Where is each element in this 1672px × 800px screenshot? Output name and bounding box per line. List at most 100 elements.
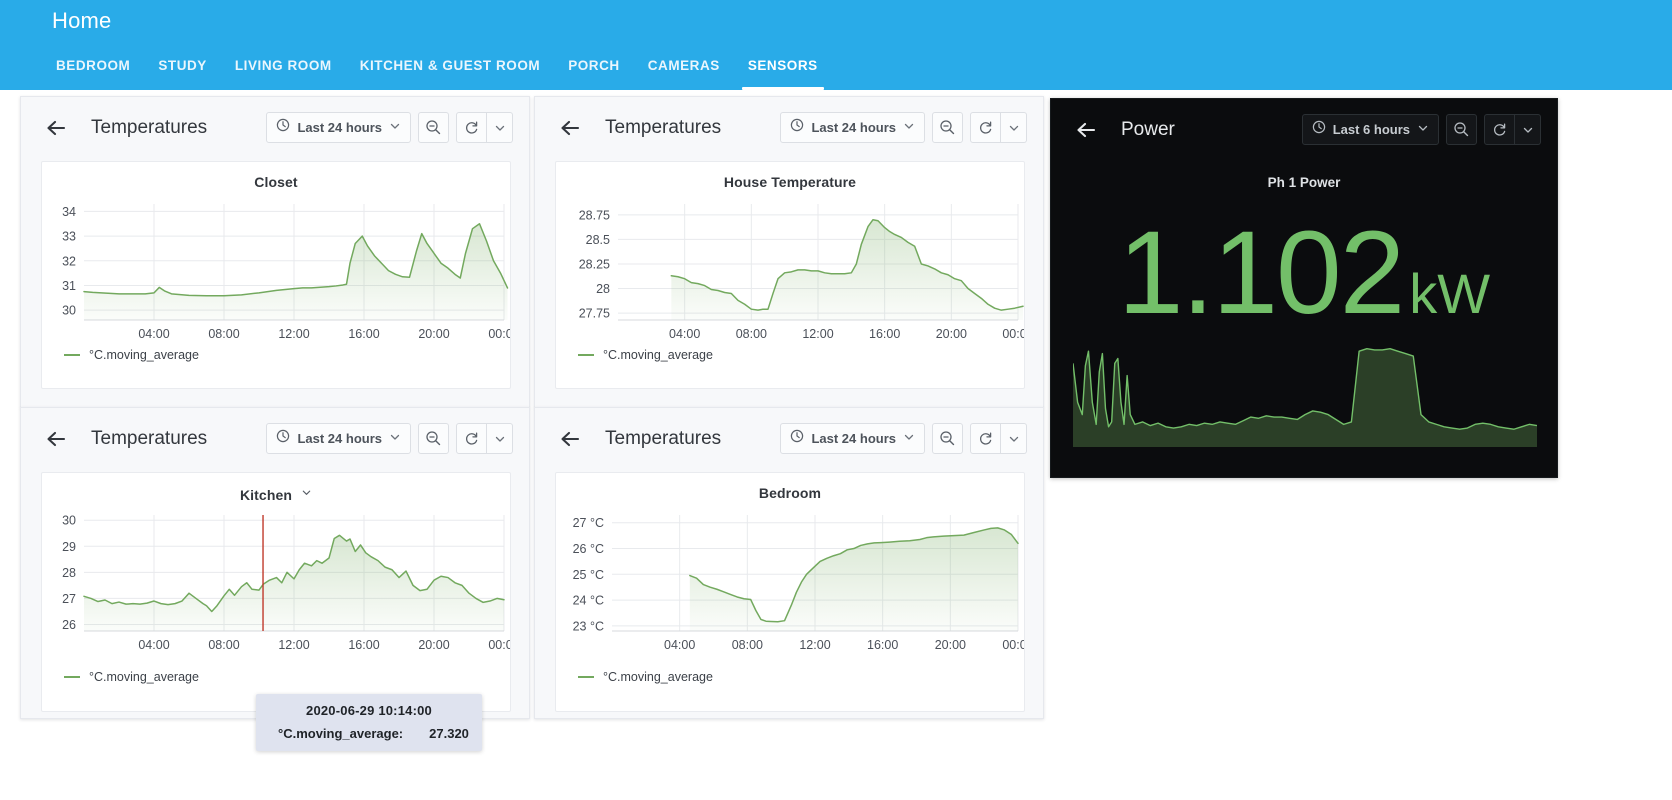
- svg-text:30: 30: [62, 514, 76, 528]
- svg-text:00:00: 00:00: [488, 327, 510, 341]
- zoom-out-button[interactable]: [418, 423, 449, 454]
- back-arrow-icon[interactable]: [557, 426, 583, 452]
- chevron-down-icon: [389, 119, 401, 137]
- refresh-button[interactable]: [456, 112, 487, 143]
- back-arrow-icon[interactable]: [43, 426, 69, 452]
- svg-text:27 °C: 27 °C: [573, 516, 604, 530]
- refresh-button[interactable]: [1484, 114, 1515, 145]
- refresh-interval-dropdown[interactable]: [487, 423, 513, 454]
- svg-text:16:00: 16:00: [348, 638, 379, 652]
- chart-plot-house[interactable]: 27.752828.2528.528.7504:0008:0012:0016:0…: [556, 196, 1024, 346]
- panel-kitchen-header: Temperatures Last 24 hours: [21, 408, 529, 470]
- chart-legend-house[interactable]: °C.moving_average: [578, 348, 713, 362]
- refresh-button[interactable]: [456, 423, 487, 454]
- svg-text:25 °C: 25 °C: [573, 568, 604, 582]
- panel-power: Power Last 6 hours: [1050, 98, 1558, 478]
- svg-text:00:00: 00:00: [1002, 327, 1024, 341]
- tab-kitchen-guest-room[interactable]: KITCHEN & GUEST ROOM: [346, 56, 555, 90]
- tab-bedroom[interactable]: BEDROOM: [42, 56, 144, 90]
- svg-text:16:00: 16:00: [348, 327, 379, 341]
- panel-bedroom-header: Temperatures Last 24 hours: [535, 408, 1043, 470]
- chart-tooltip: 2020-06-29 10:14:00 °C.moving_average: 2…: [256, 694, 482, 751]
- refresh-button[interactable]: [970, 112, 1001, 143]
- refresh-group: [1484, 114, 1541, 145]
- panel-power-controls: Last 6 hours: [1302, 114, 1541, 145]
- tab-study[interactable]: STUDY: [144, 56, 221, 90]
- refresh-interval-dropdown[interactable]: [1001, 112, 1027, 143]
- time-range-picker[interactable]: Last 24 hours: [266, 423, 411, 454]
- svg-text:16:00: 16:00: [869, 327, 900, 341]
- chevron-down-icon[interactable]: [301, 485, 312, 501]
- tab-living-room[interactable]: LIVING ROOM: [221, 56, 346, 90]
- tab-sensors[interactable]: SENSORS: [734, 56, 832, 90]
- zoom-out-button[interactable]: [1446, 114, 1477, 145]
- refresh-interval-dropdown[interactable]: [1515, 114, 1541, 145]
- panel-power-title: Power: [1121, 119, 1175, 141]
- refresh-interval-dropdown[interactable]: [487, 112, 513, 143]
- svg-text:32: 32: [62, 254, 76, 268]
- svg-text:16:00: 16:00: [867, 638, 898, 652]
- svg-text:28.5: 28.5: [586, 233, 610, 247]
- svg-text:28: 28: [62, 566, 76, 580]
- panel-house-controls: Last 24 hours: [780, 112, 1027, 143]
- panel-house-header: Temperatures Last 24 hours: [535, 97, 1043, 159]
- chart-title-house: House Temperature: [556, 162, 1024, 190]
- zoom-out-button[interactable]: [932, 112, 963, 143]
- legend-label: °C.moving_average: [89, 670, 199, 684]
- chart-legend-kitchen[interactable]: °C.moving_average: [64, 670, 199, 684]
- panel-power-header: Power Last 6 hours: [1051, 99, 1557, 161]
- zoom-out-button[interactable]: [418, 112, 449, 143]
- stat-unit: kW: [1409, 262, 1490, 325]
- time-range-picker[interactable]: Last 24 hours: [780, 112, 925, 143]
- tab-cameras[interactable]: CAMERAS: [634, 56, 734, 90]
- svg-text:04:00: 04:00: [664, 638, 695, 652]
- clock-icon: [1312, 120, 1326, 139]
- chart-legend-bedroom[interactable]: °C.moving_average: [578, 670, 713, 684]
- chart-title-kitchen-text: Kitchen: [240, 487, 292, 503]
- tooltip-series-row: °C.moving_average: 27.320: [270, 726, 468, 741]
- panel-closet-controls: Last 24 hours: [266, 112, 513, 143]
- zoom-out-button[interactable]: [932, 423, 963, 454]
- chevron-down-icon: [1417, 121, 1429, 139]
- panel-bedroom-controls: Last 24 hours: [780, 423, 1027, 454]
- svg-text:12:00: 12:00: [802, 327, 833, 341]
- svg-text:28.25: 28.25: [579, 257, 610, 271]
- refresh-button[interactable]: [970, 423, 1001, 454]
- tab-porch[interactable]: PORCH: [554, 56, 634, 90]
- refresh-interval-dropdown[interactable]: [1001, 423, 1027, 454]
- time-range-picker[interactable]: Last 24 hours: [780, 423, 925, 454]
- svg-text:04:00: 04:00: [138, 638, 169, 652]
- refresh-group: [970, 112, 1027, 143]
- chevron-down-icon: [389, 430, 401, 448]
- stat-value: 1.102: [1118, 207, 1403, 339]
- svg-text:29: 29: [62, 540, 76, 554]
- svg-text:28.75: 28.75: [579, 208, 610, 222]
- back-arrow-icon[interactable]: [557, 115, 583, 141]
- panel-house: Temperatures Last 24 hours: [534, 96, 1044, 408]
- svg-text:12:00: 12:00: [278, 638, 309, 652]
- back-arrow-icon[interactable]: [43, 115, 69, 141]
- app-header: Home BEDROOM STUDY LIVING ROOM KITCHEN &…: [0, 0, 1672, 90]
- chart-plot-bedroom[interactable]: 23 °C24 °C25 °C26 °C27 °C04:0008:0012:00…: [556, 507, 1024, 657]
- chart-legend-closet[interactable]: °C.moving_average: [64, 348, 199, 362]
- legend-swatch-icon: [64, 676, 80, 678]
- time-range-picker[interactable]: Last 24 hours: [266, 112, 411, 143]
- time-range-picker[interactable]: Last 6 hours: [1302, 114, 1439, 145]
- chart-card-bedroom: Bedroom 23 °C24 °C25 °C26 °C27 °C04:0008…: [555, 472, 1025, 712]
- chart-title-kitchen[interactable]: Kitchen: [42, 473, 510, 503]
- panel-kitchen: Temperatures Last 24 hours: [20, 407, 530, 719]
- panel-kitchen-controls: Last 24 hours: [266, 423, 513, 454]
- tooltip-series-value: 27.320: [411, 726, 469, 741]
- stat-value-container: 1.102kW: [1051, 214, 1557, 332]
- chart-plot-closet[interactable]: 303132333404:0008:0012:0016:0020:0000:00: [42, 196, 510, 346]
- chevron-down-icon: [903, 430, 915, 448]
- time-range-label: Last 24 hours: [297, 431, 382, 446]
- chart-plot-kitchen[interactable]: 262728293004:0008:0012:0016:0020:0000:00: [42, 507, 510, 657]
- refresh-group: [456, 423, 513, 454]
- nav-tabs: BEDROOM STUDY LIVING ROOM KITCHEN & GUES…: [42, 56, 832, 90]
- svg-text:28: 28: [596, 282, 610, 296]
- svg-text:08:00: 08:00: [732, 638, 763, 652]
- back-arrow-icon[interactable]: [1073, 117, 1099, 143]
- svg-text:24 °C: 24 °C: [573, 594, 604, 608]
- svg-text:00:00: 00:00: [488, 638, 510, 652]
